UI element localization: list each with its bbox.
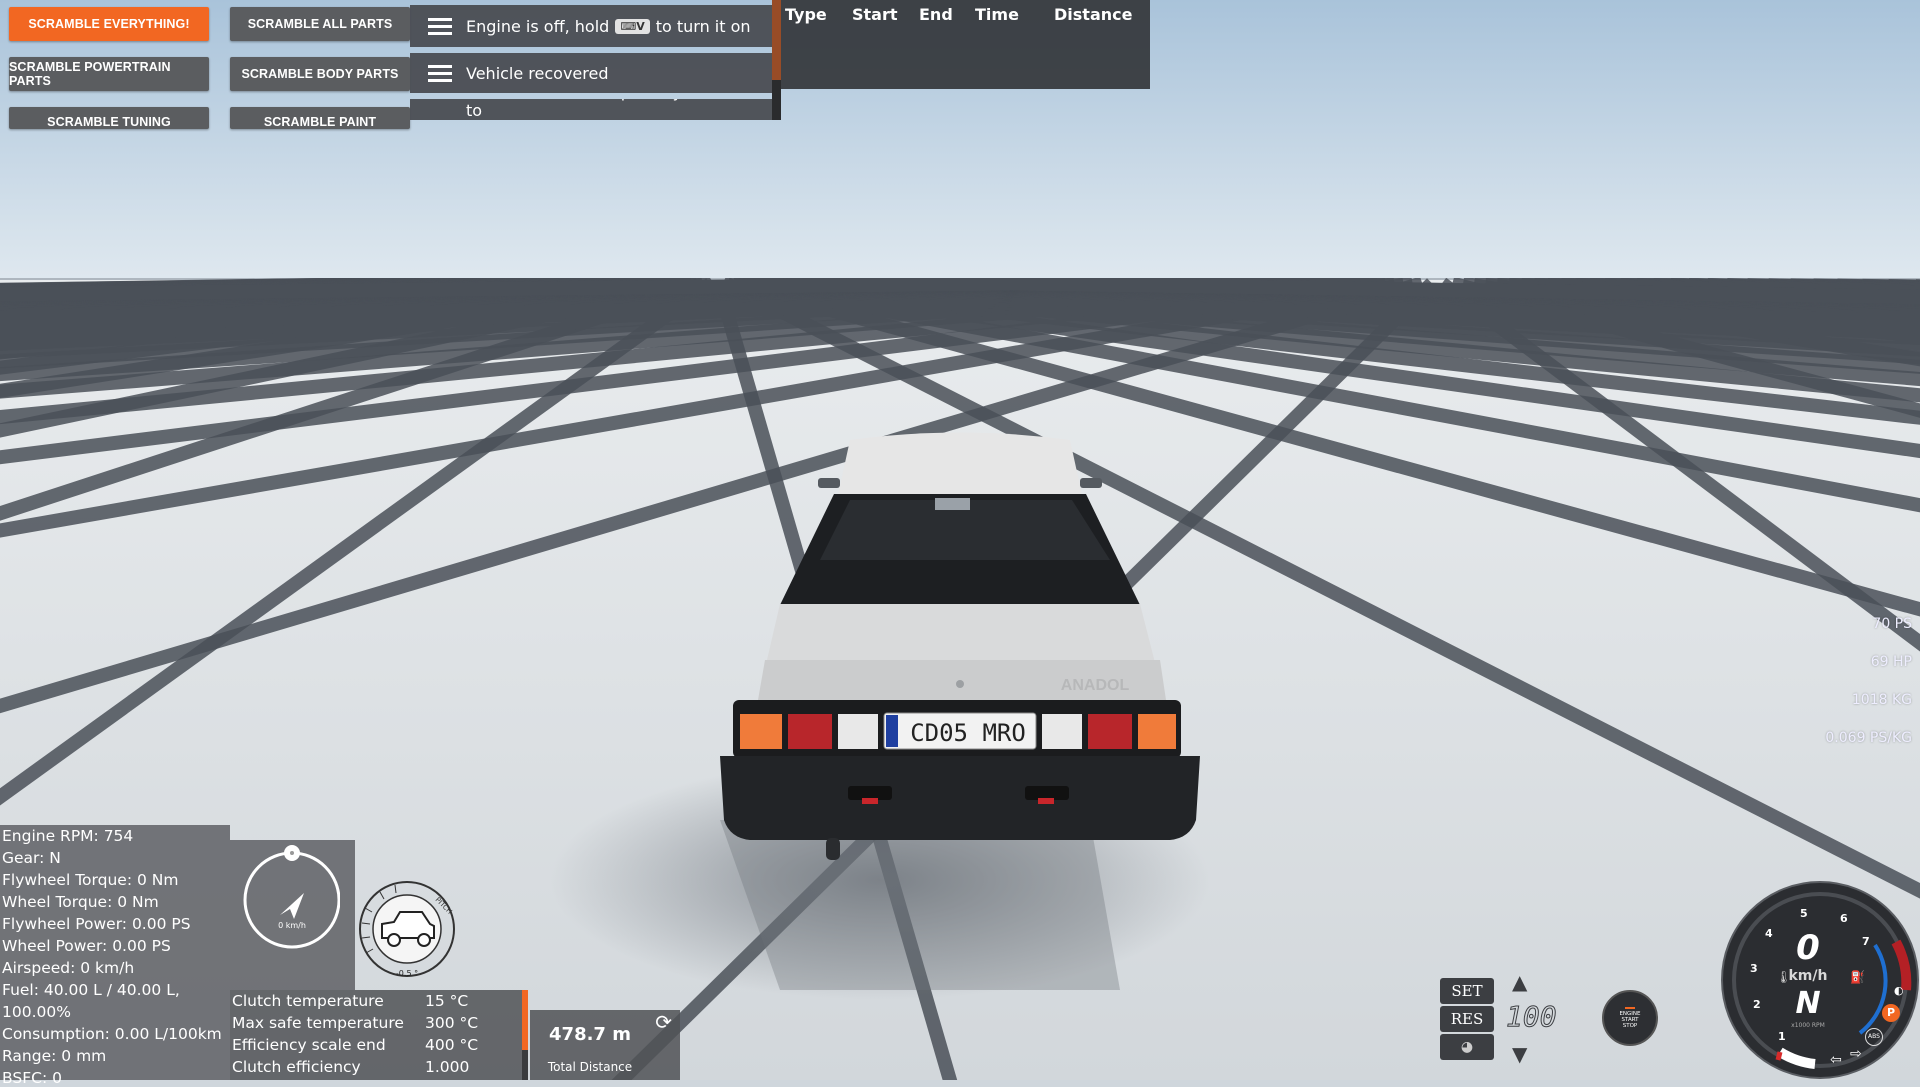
column-header-type: Type (785, 5, 827, 24)
debug-range: Range: 0 mm (2, 1047, 107, 1065)
debug-flywheel-torque: Flywheel Torque: 0 Nm (2, 871, 179, 889)
clutch-efficiency-label: Clutch efficiency (232, 1058, 361, 1076)
compass-speed: 0 km/h (278, 921, 306, 930)
debug-gear: Gear: N (2, 849, 61, 867)
trip-distance-value: 478.7 m (549, 1024, 631, 1045)
start-stop-line3: STOP (1622, 1023, 1638, 1029)
scramble-everything-button[interactable]: SCRAMBLE EVERYTHING! (9, 7, 209, 41)
notification-text: Gearbox mode temporarily switched to (466, 99, 758, 120)
cruise-res-button[interactable]: RES (1440, 1006, 1494, 1032)
debug-consumption: Consumption: 0.00 L/100km (2, 1025, 222, 1043)
debug-fuel-percent: 100.00% (2, 1003, 71, 1021)
notification-vehicle-recovered[interactable]: Vehicle recovered (410, 53, 772, 93)
scramble-body-button[interactable]: SCRAMBLE BODY PARTS (230, 57, 410, 91)
compass-arrow-icon (280, 893, 304, 919)
scramble-all-parts-button[interactable]: SCRAMBLE ALL PARTS (230, 7, 410, 41)
gauge-tick-5: 5 (1800, 907, 1808, 920)
notification-scrollbar[interactable] (772, 0, 781, 120)
trip-distance-label: Total Distance (547, 1060, 633, 1074)
column-header-distance: Distance (1054, 5, 1133, 24)
compass-widget: 0 km/h (243, 845, 340, 949)
column-header-end: End (919, 5, 953, 24)
gauge-tick-6: 6 (1840, 912, 1848, 925)
cruise-up-arrow-icon[interactable]: ▲ (1512, 970, 1527, 994)
keyboard-key-icon: ⌨V (615, 18, 650, 34)
temperature-icon: 🌡 (1776, 970, 1792, 984)
roll-value: -0.5 ° (396, 969, 418, 978)
turn-left-icon: ⇦ (1830, 1052, 1842, 1068)
gauge-speed-unit: km/h (1788, 968, 1828, 984)
debug-bsfc: BSFC: 0 (2, 1069, 62, 1087)
debug-airspeed: Airspeed: 0 km/h (2, 959, 135, 977)
engine-debug-panel: Engine RPM: 754 Gear: N Flywheel Torque:… (0, 825, 230, 1087)
gauge-speed: 0 (1796, 928, 1820, 968)
headlight-icon: ◐ (1894, 984, 1904, 997)
clutch-temp-label: Clutch temperature (232, 992, 384, 1010)
scramble-paint-button[interactable]: SCRAMBLE PAINT (230, 107, 410, 129)
cruise-toggle-button[interactable]: ◕ (1440, 1034, 1494, 1060)
debug-wheel-power: Wheel Power: 0.00 PS (2, 937, 171, 955)
debug-wheel-torque: Wheel Torque: 0 Nm (2, 893, 159, 911)
turn-right-icon: ⇨ (1850, 1046, 1862, 1062)
car-badge: ANADOL (1061, 677, 1130, 694)
debug-fuel: Fuel: 40.00 L / 40.00 L, (2, 981, 180, 999)
cruise-set-button[interactable]: SET (1440, 978, 1494, 1004)
cruise-control-icon: ◕ (1460, 1039, 1474, 1055)
efficiency-scale-value: 400 °C (425, 1036, 479, 1054)
clutch-temp-bar (522, 990, 528, 1080)
menu-icon (428, 18, 452, 35)
scrollbar-thumb[interactable] (772, 0, 781, 80)
cruise-down-arrow-icon[interactable]: ▼ (1512, 1042, 1527, 1066)
notification-engine-off[interactable]: Engine is off, hold ⌨V to turn it on (410, 5, 772, 47)
abs-indicator-icon: ABS (1865, 1028, 1883, 1046)
engine-start-stop-button[interactable]: ENGINE START STOP (1602, 990, 1658, 1046)
reset-trip-icon[interactable]: ⟳ (655, 1010, 672, 1034)
start-stop-bar (1625, 1007, 1635, 1009)
inclinometer-widget: PITCH -0.5 ° (359, 881, 455, 978)
gauge-gear: N (1795, 986, 1821, 1021)
column-header-start: Start (852, 5, 898, 24)
column-header-time: Time (975, 5, 1019, 24)
notification-text-end: to turn it on (655, 16, 751, 36)
debug-engine-rpm: Engine RPM: 754 (2, 827, 134, 845)
efficiency-scale-label: Efficiency scale end (232, 1036, 386, 1054)
parking-brake-icon: P (1882, 1004, 1900, 1022)
max-safe-temp-value: 300 °C (425, 1014, 479, 1032)
lap-times-table: Type Start End Time Distance (781, 0, 1150, 89)
max-safe-temp-label: Max safe temperature (232, 1014, 404, 1032)
debug-flywheel-power: Flywheel Power: 0.00 PS (2, 915, 191, 933)
power-ps: 70 PS (1872, 616, 1912, 632)
notification-text: Engine is off, hold (466, 16, 610, 36)
clutch-temp-value: 15 °C (425, 992, 469, 1010)
key-label: V (636, 19, 645, 33)
cruise-speed-display: 100 (1506, 1000, 1558, 1034)
gauge-tick-1: 1 (1778, 1030, 1786, 1043)
clutch-efficiency-value: 1.000 (425, 1058, 470, 1076)
trip-distance-panel: 478.7 m Total Distance ⟳ (530, 1010, 680, 1080)
scramble-tuning-button[interactable]: SCRAMBLE TUNING (9, 107, 209, 129)
dashboard-gauge: 1 2 3 4 5 6 7 0 km/h N x1000 RPM P ABS ◐… (1720, 880, 1920, 1080)
power-to-weight: 0.069 PS/KG (1825, 730, 1912, 746)
notification-text: Vehicle recovered (466, 63, 609, 83)
notification-gearbox[interactable]: Gearbox mode temporarily switched to (410, 99, 772, 120)
clutch-debug-panel: Clutch temperature 15 °C Max safe temper… (230, 990, 528, 1080)
clutch-temp-bar-fill (522, 990, 528, 1050)
vehicle-weight: 1018 KG (1851, 692, 1912, 708)
scramble-powertrain-button[interactable]: SCRAMBLE POWERTRAIN PARTS (9, 57, 209, 91)
fuel-icon: ⛽ (1850, 970, 1865, 984)
license-plate-text: CD05 MRO (910, 719, 1026, 747)
power-hp: 69 HP (1870, 654, 1912, 670)
menu-icon (428, 65, 452, 82)
